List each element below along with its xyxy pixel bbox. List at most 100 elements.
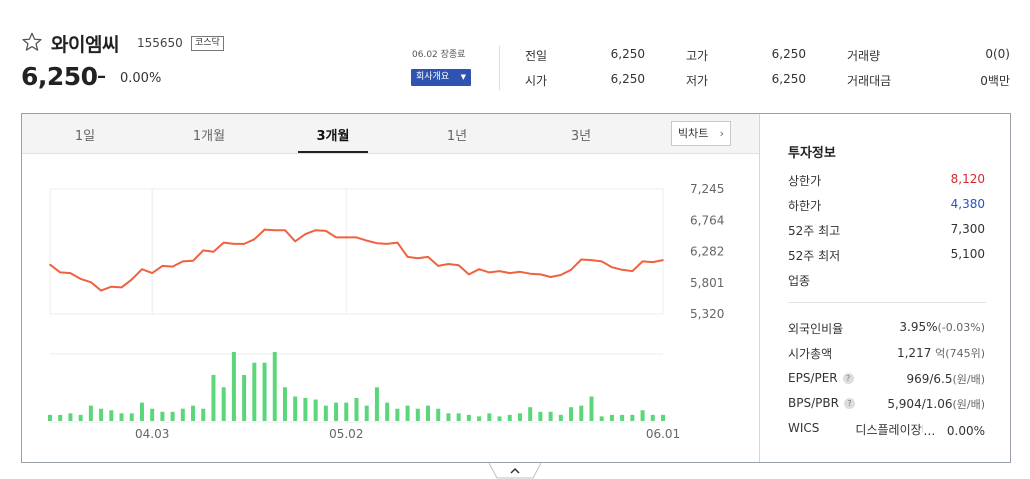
price-point	[130, 278, 133, 281]
volume-bar	[78, 414, 83, 421]
tab-1month[interactable]: 1개월	[193, 125, 225, 144]
favorite-star-icon[interactable]	[21, 31, 43, 53]
tab-3month[interactable]: 3개월	[317, 125, 350, 144]
volume-bar	[405, 405, 410, 421]
bps-pbr-label-row: BPS/PBR?	[788, 396, 855, 410]
volume-bar	[364, 405, 369, 421]
volume-bar	[170, 411, 175, 421]
tab-3year[interactable]: 3년	[571, 125, 591, 144]
wics-ellipsis: …	[923, 424, 936, 438]
period-tabs: 1일 1개월 3개월 1년 3년 빅차트 ›	[22, 114, 759, 154]
price-point	[386, 243, 388, 245]
market-cap-label: 시가총액	[788, 347, 833, 361]
bps-pbr: 5,904/1.06	[887, 397, 953, 411]
price-point	[182, 260, 184, 263]
price-point	[110, 285, 113, 288]
price-point	[335, 236, 337, 239]
volume-bar	[528, 407, 533, 421]
wics-value: 디스플레이장비및부품… 0.00%	[855, 421, 985, 438]
volume-bar	[282, 387, 287, 421]
volume-bar	[456, 413, 461, 421]
tab-1year[interactable]: 1년	[447, 125, 467, 144]
price-point	[365, 239, 368, 242]
price-point	[539, 273, 542, 276]
prev-close-label: 전일	[525, 49, 548, 63]
price-point	[641, 260, 644, 263]
volume-bar	[661, 414, 665, 421]
volume-bar	[497, 416, 502, 421]
price-point	[611, 266, 613, 269]
price-point	[192, 259, 194, 262]
wics-rate: 0.00%	[946, 424, 985, 438]
info-separator	[788, 302, 986, 303]
price-point	[468, 273, 470, 276]
foreign-ratio-label: 외국인비율	[788, 322, 844, 336]
price-point	[560, 274, 562, 276]
collapse-toggle-button[interactable]	[489, 463, 541, 479]
volume-bar	[88, 405, 93, 421]
volume-bar	[620, 414, 625, 421]
volume-bar	[109, 410, 114, 421]
price-point	[345, 236, 348, 239]
eps-per: 969/6.5	[906, 372, 953, 386]
volume-bar	[293, 396, 298, 421]
price-point	[498, 270, 501, 272]
volume-bar	[58, 414, 63, 421]
price-point	[294, 240, 297, 243]
price-point	[273, 229, 276, 232]
volume-bar	[466, 414, 471, 421]
volume-bar	[477, 416, 482, 421]
stock-page: 와이엠씨 155650 코스닥 6,250 – 0.00% 06.02 장종료 …	[0, 0, 1030, 479]
volume-bar	[99, 408, 104, 421]
price-point	[202, 249, 205, 252]
price-point	[120, 286, 123, 289]
price-point	[243, 243, 245, 245]
help-icon[interactable]: ?	[843, 398, 855, 409]
price-point	[69, 272, 72, 274]
price-point	[406, 256, 409, 258]
help-icon[interactable]: ?	[842, 373, 854, 384]
low-value: 6,250	[771, 72, 806, 86]
price-point	[600, 260, 603, 263]
volume-bar	[150, 408, 155, 421]
volume-bar	[221, 387, 226, 421]
price-point	[161, 265, 164, 267]
volume-bar	[517, 413, 522, 421]
lower-limit-value: 4,380	[950, 197, 985, 211]
market-cap-value: 1,217 억(745위)	[897, 345, 985, 361]
price-point	[233, 243, 235, 245]
volume-bar	[272, 352, 277, 421]
price-point	[376, 242, 378, 245]
foreign-ratio-value: 3.95%(-0.03%)	[899, 320, 985, 334]
price-point	[212, 250, 215, 253]
volume-bar	[415, 408, 420, 421]
stock-name: 와이엠씨	[51, 34, 119, 56]
volume-bar	[374, 387, 379, 421]
price-grid-frame	[49, 188, 664, 315]
price-chart[interactable]: 7,245 6,764 6,282 5,801 5,320 04.03 05.02 06.01	[22, 154, 759, 462]
wics-sector-link[interactable]: 디스플레이장비및부품	[855, 421, 923, 438]
volume-bar	[589, 396, 594, 421]
investment-title: 투자정보	[788, 146, 836, 161]
x-tick-label: 05.02	[329, 427, 363, 441]
price-point	[325, 230, 327, 232]
price-point	[263, 228, 266, 231]
tab-1day[interactable]: 1일	[75, 125, 95, 144]
volume-bar	[569, 407, 574, 421]
big-chart-button[interactable]: 빅차트 ›	[671, 121, 731, 146]
y-tick-label: 5,320	[690, 307, 724, 321]
company-profile-button[interactable]: 회사개요 ▼	[411, 69, 471, 86]
volume-bar	[119, 413, 124, 421]
current-price: 6,250	[21, 62, 98, 91]
caret-down-icon: ▼	[460, 73, 466, 81]
volume-bar	[211, 375, 216, 421]
bps-pbr-value: 5,904/1.06(원/배)	[887, 396, 985, 412]
price-point	[222, 241, 225, 244]
price-point	[151, 272, 153, 274]
chart-panel: 1일 1개월 3개월 1년 3년 빅차트 › 7,245 6,764 6,282 5,…	[21, 113, 1011, 463]
price-point	[79, 278, 82, 280]
week52-low-label: 52주 최저	[788, 249, 841, 263]
change-mark: –	[97, 66, 106, 87]
volume-value: 0(0)	[985, 47, 1010, 61]
volume-bar	[68, 413, 73, 421]
